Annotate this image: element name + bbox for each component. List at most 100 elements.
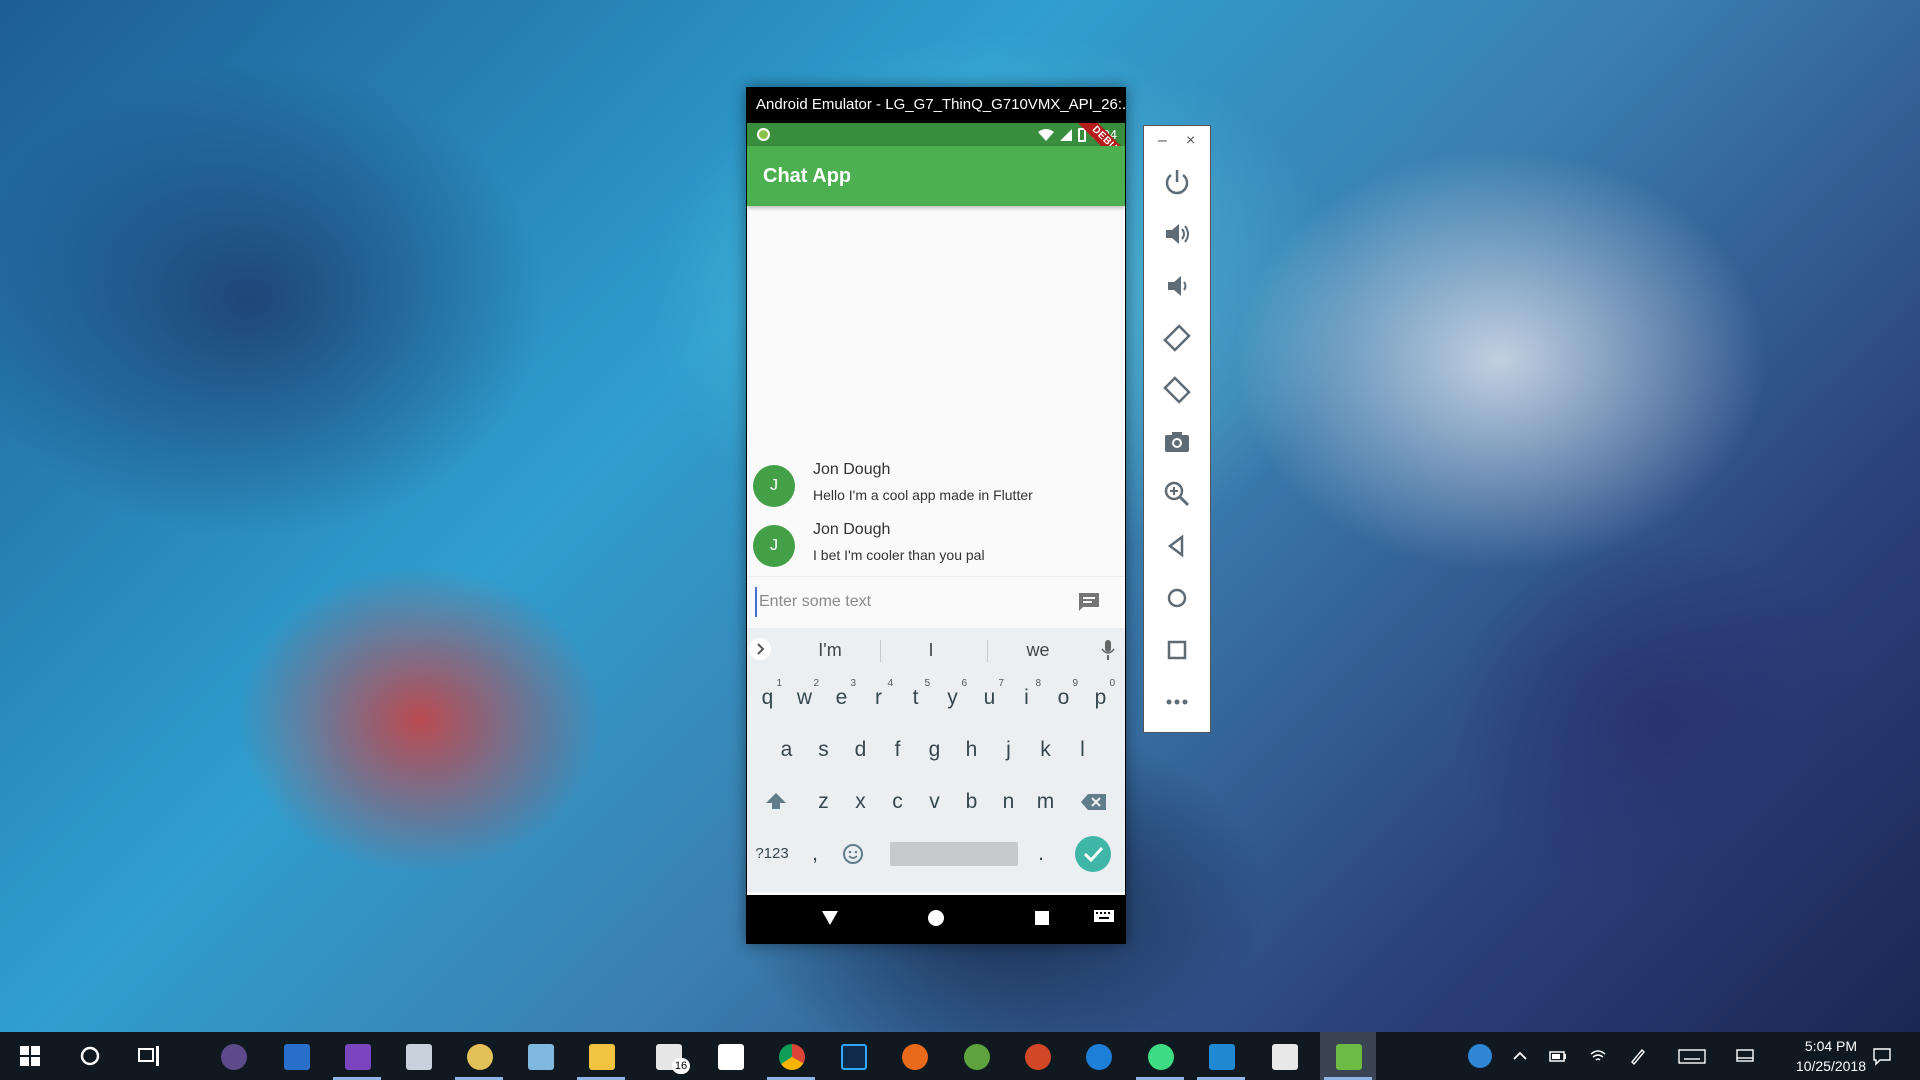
keyboard-switch-icon[interactable] [1093,909,1115,925]
key-u[interactable]: u7 [971,672,1008,724]
start-button[interactable] [2,1032,58,1080]
key-g[interactable]: g [916,724,953,776]
suggestion[interactable]: we [988,628,1088,672]
period-key[interactable]: . [1031,828,1051,880]
message-sender: Jon Dough [813,521,891,538]
taskbar-app-notes[interactable] [512,1032,568,1080]
task-view-button[interactable] [122,1032,178,1080]
help-icon[interactable] [1468,1044,1492,1068]
taskbar-app-photoshop[interactable] [825,1032,881,1080]
key-c[interactable]: c [879,776,916,828]
taskbar-app-powershell[interactable] [268,1032,324,1080]
back-nav-icon[interactable] [821,909,839,927]
backspace-key[interactable] [1071,776,1117,828]
key-i[interactable]: i8 [1008,672,1045,724]
taskbar-app-calendar[interactable] [702,1032,758,1080]
recents-nav-icon[interactable] [1033,909,1051,927]
taskbar-app-mail[interactable]: 16 [640,1032,696,1080]
taskbar-app-acrobat[interactable] [1256,1032,1312,1080]
back-button[interactable] [1161,530,1193,562]
emoji-key[interactable] [835,828,871,880]
key-r[interactable]: r4 [860,672,897,724]
taskbar-app-paint[interactable] [451,1032,507,1080]
key-b[interactable]: b [953,776,990,828]
android-studio-icon [1148,1044,1174,1070]
enter-key[interactable] [1075,836,1111,872]
space-key[interactable] [890,842,1018,866]
key-z[interactable]: z [805,776,842,828]
message-list[interactable]: J Jon Dough Hello I'm a cool app made in… [747,206,1125,576]
chevron-up-icon[interactable] [1510,1046,1530,1066]
volume-up-button[interactable] [1161,218,1193,250]
key-t[interactable]: t5 [897,672,934,724]
wifi-icon [1037,128,1054,141]
key-y[interactable]: y6 [934,672,971,724]
key-j[interactable]: j [990,724,1027,776]
power-button[interactable] [1161,166,1193,198]
task-view-icon [138,1046,159,1066]
taskbar-app-pdf-viewer[interactable] [1009,1032,1065,1080]
minimize-button[interactable]: – [1158,132,1167,150]
key-s[interactable]: s [805,724,842,776]
microphone-icon[interactable] [1101,640,1115,660]
suggestion-bar: I'm I we [747,628,1125,672]
suggestion[interactable]: I'm [780,628,880,672]
key-v[interactable]: v [916,776,953,828]
close-button[interactable]: × [1186,132,1195,150]
key-q[interactable]: q1 [749,672,786,724]
rotate-left-button[interactable] [1161,322,1193,354]
key-n[interactable]: n [990,776,1027,828]
overview-button[interactable] [1161,634,1193,666]
symbols-key[interactable]: ?123 [751,828,793,880]
taskbar-app-vscode[interactable] [1193,1032,1249,1080]
key-e[interactable]: e3 [823,672,860,724]
action-center-icon[interactable] [1872,1046,1892,1066]
touch-keyboard-icon[interactable] [1678,1046,1706,1066]
taskbar-app-utorrent[interactable] [948,1032,1004,1080]
zoom-button[interactable] [1161,478,1193,510]
key-x[interactable]: x [842,776,879,828]
pen-icon[interactable] [1628,1046,1648,1066]
message-item[interactable]: J Jon Dough I bet I'm cooler than you pa… [753,521,1113,577]
shift-key[interactable] [755,776,797,828]
taskbar-app-file-explorer[interactable] [573,1032,629,1080]
rotate-right-button[interactable] [1161,374,1193,406]
comma-key[interactable]: , [805,828,825,880]
device-screen: 5:04 DEBUG Chat App J Jon Dough Hello I'… [747,123,1125,943]
key-m[interactable]: m [1027,776,1064,828]
expand-suggestions-icon[interactable] [749,638,771,660]
screenshot-button[interactable] [1161,426,1193,458]
battery-tray-icon[interactable] [1548,1046,1568,1066]
taskbar-app-chrome[interactable] [763,1032,819,1080]
taskbar-app-android-studio[interactable] [1132,1032,1188,1080]
taskbar-app-tor[interactable] [205,1032,261,1080]
display-icon[interactable] [1735,1046,1755,1066]
message-input[interactable] [755,587,1055,617]
message-item[interactable]: J Jon Dough Hello I'm a cool app made in… [753,461,1113,517]
key-d[interactable]: d [842,724,879,776]
taskbar-app-emulator[interactable] [1320,1032,1376,1080]
taskbar-app-firefox[interactable] [886,1032,942,1080]
cortana-button[interactable] [62,1032,118,1080]
key-k[interactable]: k [1027,724,1064,776]
key-f[interactable]: f [879,724,916,776]
key-a[interactable]: a [768,724,805,776]
taskbar-app-visual-studio[interactable] [329,1032,385,1080]
system-clock[interactable]: 5:04 PM 10/25/2018 [1796,1036,1866,1076]
more-button[interactable] [1161,686,1193,718]
send-message-icon[interactable] [1077,591,1101,613]
back-icon [1167,534,1184,558]
key-o[interactable]: o9 [1045,672,1082,724]
key-h[interactable]: h [953,724,990,776]
key-l[interactable]: l [1064,724,1101,776]
key-p[interactable]: p0 [1082,672,1119,724]
taskbar-app-remote-desktop[interactable] [390,1032,446,1080]
volume-down-button[interactable] [1161,270,1193,302]
key-w[interactable]: w2 [786,672,823,724]
home-button[interactable] [1161,582,1193,614]
taskbar-app-edge[interactable] [1070,1032,1126,1080]
home-nav-icon[interactable] [927,909,945,927]
suggestion[interactable]: I [881,628,981,672]
emulator-title[interactable]: Android Emulator - LG_G7_ThinQ_G710VMX_A… [746,87,1126,123]
wifi-tray-icon[interactable] [1588,1046,1608,1066]
